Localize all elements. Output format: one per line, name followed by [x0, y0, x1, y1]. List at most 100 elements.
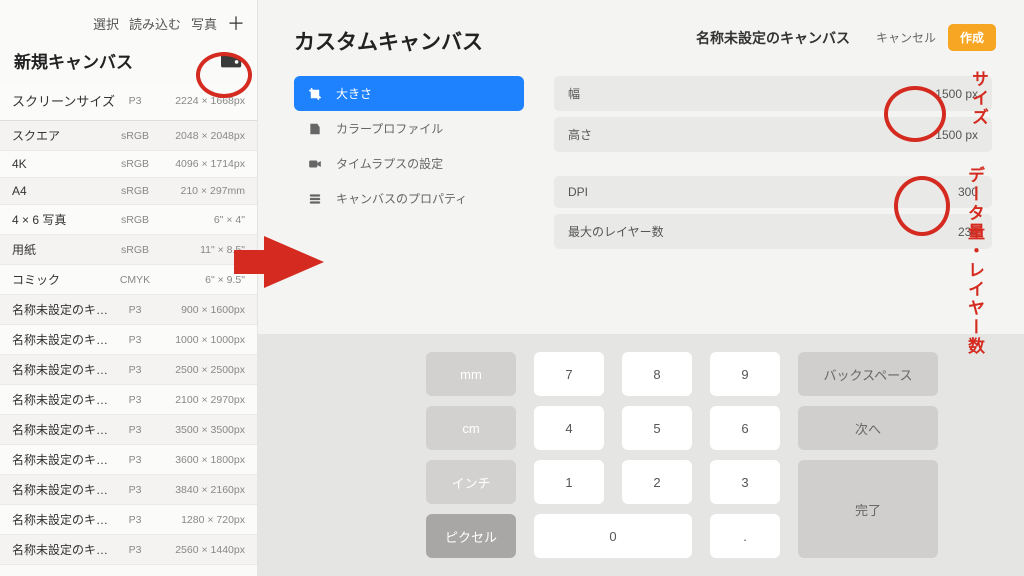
preset-list[interactable]: スクリーンサイズP32224 × 1668pxスクエアsRGB2048 × 20… [0, 83, 257, 576]
preset-row[interactable]: 名称未設定のキャンバスP32560 × 1440px [0, 535, 257, 565]
digit-1-button[interactable]: 1 [534, 460, 604, 504]
preset-row[interactable]: 名称未設定のキャンバスP33500 × 3500px [0, 415, 257, 445]
dpi-field[interactable]: DPI 300 [554, 176, 992, 208]
preset-space: P3 [115, 424, 155, 436]
preset-name: 4 × 6 写真 [12, 211, 115, 228]
preset-name: 名称未設定のキャンバス [12, 481, 115, 498]
preset-dims: 6" × 9.5" [155, 274, 245, 286]
preset-row[interactable]: スクエアsRGB2048 × 2048px [0, 121, 257, 151]
digit-2-button[interactable]: 2 [622, 460, 692, 504]
panel-title: カスタムキャンバス [294, 26, 696, 56]
numeric-keypad: mm 789 バックスペース cm 456 次へインチ 123 完了ピクセル 0. [258, 334, 1024, 576]
digit-7-button[interactable]: 7 [534, 352, 604, 396]
preset-sidebar: 選択 読み込む 写真 ＋ 新規キャンバス スクリーンサイズP32224 × 16… [0, 0, 258, 576]
unit-inch-button[interactable]: インチ [426, 460, 516, 504]
custom-canvas-panel: カスタムキャンバス 名称未設定のキャンバス キャンセル 作成 大きさカラープロフ… [258, 0, 1024, 576]
preset-space: P3 [115, 544, 155, 556]
import-button[interactable]: 読み込む [129, 14, 181, 33]
width-field[interactable]: 幅 1500 px [554, 76, 992, 111]
preset-row[interactable]: 名称未設定のキャンバスP32500 × 2500px [0, 355, 257, 385]
nav-item-sliders[interactable]: キャンバスのプロパティ [294, 181, 524, 216]
digit-0-button[interactable]: 0 [534, 514, 692, 558]
preset-row[interactable]: A4sRGB210 × 297mm [0, 178, 257, 205]
preset-row[interactable]: 名称未設定のキャンバスP32100 × 2970px [0, 385, 257, 415]
preset-name: 4K [12, 157, 115, 171]
digit-3-button[interactable]: 3 [710, 460, 780, 504]
digit-6-button[interactable]: 6 [710, 406, 780, 450]
nav-item-palette[interactable]: カラープロファイル [294, 111, 524, 146]
done-button[interactable]: 完了 [798, 460, 938, 558]
nav-label: 大きさ [336, 85, 372, 102]
dimension-fields: 幅 1500 px 高さ 1500 px DPI 300 最大のレイヤー数 23… [554, 76, 992, 249]
nav-item-crop[interactable]: 大きさ [294, 76, 524, 111]
nav-label: キャンバスのプロパティ [336, 190, 467, 207]
crop-icon [308, 87, 322, 101]
nav-item-video[interactable]: タイムラプスの設定 [294, 146, 524, 181]
preset-row[interactable]: 4KsRGB4096 × 1714px [0, 151, 257, 178]
preset-space: sRGB [115, 158, 155, 170]
preset-space: P3 [115, 334, 155, 346]
preset-name: 名称未設定のキャンバス [12, 301, 115, 318]
unit-mm-button[interactable]: mm [426, 352, 516, 396]
preset-dims: 3500 × 3500px [155, 424, 245, 436]
sliders-icon [308, 192, 322, 206]
preset-dims: 2100 × 2970px [155, 394, 245, 406]
next-button[interactable]: 次へ [798, 406, 938, 450]
layers-value: 234 [958, 225, 978, 239]
create-button[interactable]: 作成 [948, 24, 996, 51]
preset-name: 名称未設定のキャンバス [12, 421, 115, 438]
sidebar-top-actions: 選択 読み込む 写真 ＋ [0, 0, 257, 42]
preset-space: sRGB [115, 214, 155, 226]
video-icon [308, 157, 322, 171]
preset-space: CMYK [115, 274, 155, 286]
preset-space: sRGB [115, 185, 155, 197]
select-button[interactable]: 選択 [93, 14, 119, 33]
folder-icon[interactable] [221, 53, 243, 69]
digit-8-button[interactable]: 8 [622, 352, 692, 396]
preset-dims: 2048 × 2048px [155, 130, 245, 142]
digit-9-button[interactable]: 9 [710, 352, 780, 396]
preset-name: スクエア [12, 127, 115, 144]
height-field[interactable]: 高さ 1500 px [554, 117, 992, 152]
preset-name: コミック [12, 271, 115, 288]
layers-field[interactable]: 最大のレイヤー数 234 [554, 214, 992, 249]
preset-name: 名称未設定のキャンバス [12, 361, 115, 378]
unit-cm-button[interactable]: cm [426, 406, 516, 450]
decimal-button[interactable]: . [710, 514, 780, 558]
palette-icon [308, 122, 322, 136]
preset-name: 名称未設定のキャンバス [12, 331, 115, 348]
cancel-button[interactable]: キャンセル [864, 24, 948, 51]
preset-row[interactable]: スクリーンサイズP32224 × 1668px [0, 83, 257, 121]
preset-space: sRGB [115, 130, 155, 142]
preset-dims: 6" × 4" [155, 214, 245, 226]
backspace-button[interactable]: バックスペース [798, 352, 938, 396]
settings-nav: 大きさカラープロファイルタイムラプスの設定キャンバスのプロパティ [294, 76, 524, 249]
preset-dims: 2500 × 2500px [155, 364, 245, 376]
preset-dims: 11" × 8.5" [155, 244, 245, 256]
canvas-name: 名称未設定のキャンバス [696, 28, 850, 48]
preset-row[interactable]: 名称未設定のキャンバスP33600 × 1800px [0, 445, 257, 475]
preset-space: P3 [115, 95, 155, 107]
digit-5-button[interactable]: 5 [622, 406, 692, 450]
preset-row[interactable]: 名称未設定のキャンバスP33840 × 2160px [0, 475, 257, 505]
preset-row[interactable]: コミックCMYK6" × 9.5" [0, 265, 257, 295]
add-icon[interactable]: ＋ [227, 10, 245, 36]
preset-row[interactable]: 用紙sRGB11" × 8.5" [0, 235, 257, 265]
preset-name: 名称未設定のキャンバス [12, 511, 115, 528]
preset-dims: 1280 × 720px [155, 514, 245, 526]
sidebar-heading-row: 新規キャンバス [0, 42, 257, 83]
preset-row[interactable]: 名称未設定のキャンバスP31000 × 1000px [0, 325, 257, 355]
layers-label: 最大のレイヤー数 [568, 223, 664, 240]
photo-button[interactable]: 写真 [191, 14, 217, 33]
preset-dims: 2560 × 1440px [155, 544, 245, 556]
height-value: 1500 px [935, 128, 978, 142]
preset-row[interactable]: 名称未設定のキャンバスP31280 × 720px [0, 505, 257, 535]
preset-row[interactable]: 4 × 6 写真sRGB6" × 4" [0, 205, 257, 235]
height-label: 高さ [568, 126, 592, 143]
unit-pixel-button[interactable]: ピクセル [426, 514, 516, 558]
preset-space: P3 [115, 514, 155, 526]
digit-4-button[interactable]: 4 [534, 406, 604, 450]
preset-space: P3 [115, 454, 155, 466]
dpi-value: 300 [958, 185, 978, 199]
preset-row[interactable]: 名称未設定のキャンバスP3900 × 1600px [0, 295, 257, 325]
